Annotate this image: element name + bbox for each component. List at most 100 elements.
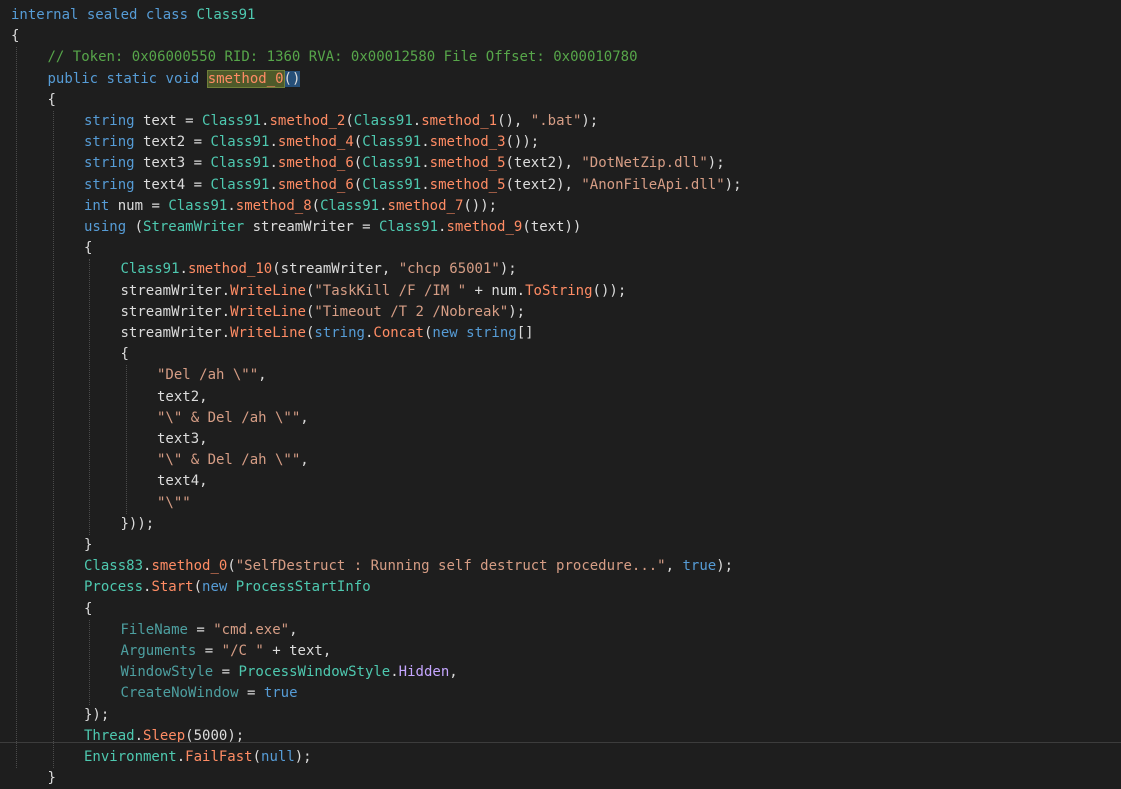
- indent-guide: [16, 47, 17, 769]
- code-text-token: );: [508, 303, 526, 320]
- code-text-token: .: [269, 134, 278, 151]
- class-name-token: Class91: [320, 197, 380, 214]
- code-text-token: ,: [300, 409, 309, 426]
- code-text-token: }: [84, 537, 93, 553]
- method-name-token: WriteLine: [230, 303, 306, 320]
- method-name-token: Concat: [373, 325, 424, 341]
- class-name-token: Class91: [362, 155, 422, 172]
- method-name-token: smethod_10: [187, 261, 273, 278]
- code-text-token: (text)): [522, 219, 582, 235]
- code-line: {: [0, 599, 1121, 620]
- code-text-token: (: [252, 749, 262, 765]
- code-text-token: (: [353, 176, 363, 193]
- code-line: public static void smethod_0(): [0, 69, 1121, 90]
- method-name-token: smethod_5: [429, 155, 506, 172]
- code-line: {: [0, 90, 1121, 111]
- code-line: }));: [0, 514, 1121, 535]
- method-name-token: smethod_0: [151, 558, 228, 575]
- code-text-token: (: [193, 579, 203, 596]
- code-line: internal sealed class Class91: [0, 5, 1121, 26]
- code-line: string text3 = Class91.smethod_6(Class91…: [0, 153, 1121, 174]
- keyword-token: string: [84, 113, 135, 129]
- code-text-token: (: [345, 113, 354, 129]
- code-text-token: (text2),: [505, 176, 582, 193]
- code-text-token: =: [196, 643, 222, 659]
- code-text-token: ,: [449, 664, 458, 681]
- code-line: string text = Class91.smethod_2(Class91.…: [0, 111, 1121, 132]
- code-text-token: }));: [120, 515, 155, 532]
- code-text-token: text3 =: [134, 155, 211, 172]
- method-name-token: WriteLine: [230, 282, 306, 299]
- code-line: {: [0, 344, 1121, 365]
- code-line: // Token: 0x06000550 RID: 1360 RVA: 0x00…: [0, 47, 1121, 68]
- keyword-token: string: [466, 325, 517, 341]
- code-text-token: .: [412, 113, 422, 129]
- code-line: text4,: [0, 471, 1121, 492]
- class-name-token: Class91: [353, 113, 413, 129]
- code-text-token: (: [353, 155, 363, 172]
- code-line: FileName = "cmd.exe",: [0, 620, 1121, 641]
- matched-parens-token: (): [283, 70, 301, 87]
- string-literal-token: "Timeout /T 2 /Nobreak": [314, 303, 509, 320]
- code-line: }: [0, 535, 1121, 556]
- class-name-token: ProcessWindowStyle: [238, 664, 391, 681]
- code-text-token: {: [11, 28, 20, 45]
- indent-guide: [125, 365, 127, 514]
- keyword-token: public: [47, 70, 99, 87]
- code-text-token: streamWriter.: [120, 282, 231, 299]
- code-line: CreateNoWindow = true: [0, 683, 1121, 704]
- keyword-token: sealed: [86, 7, 138, 23]
- code-text-token: .: [269, 176, 278, 193]
- class-name-token: Class91: [210, 155, 270, 172]
- method-name-token: smethod_5: [429, 176, 506, 193]
- code-line: Class91.smethod_10(streamWriter, "chcp 6…: [0, 259, 1121, 280]
- code-text-token: text3,: [157, 431, 208, 447]
- class-name-token: Class91: [210, 134, 270, 151]
- code-text-token: .: [421, 155, 430, 172]
- class-name-token: Class91: [168, 197, 228, 214]
- code-text-token: ,: [300, 452, 309, 469]
- code-editor[interactable]: internal sealed class Class91 { // Token: …: [0, 0, 1121, 786]
- code-text-token: ,: [665, 558, 683, 575]
- string-literal-token: "cmd.exe": [213, 621, 290, 638]
- method-name-token: smethod_1: [421, 113, 498, 129]
- string-literal-token: "\" & Del /ah \"": [157, 452, 301, 469]
- method-name-token: smethod_6: [277, 176, 354, 193]
- code-text-token: ,: [289, 621, 298, 638]
- code-text-token: (: [311, 197, 321, 214]
- code-line: Class83.smethod_0("SelfDestruct : Runnin…: [0, 556, 1121, 577]
- class-name-token: StreamWriter: [143, 219, 245, 235]
- highlighted-method-token[interactable]: smethod_0: [206, 69, 285, 88]
- code-line: "\"": [0, 493, 1121, 514]
- code-text-token: (: [227, 558, 236, 575]
- code-line: text2,: [0, 387, 1121, 408]
- class-name-token: Class91: [120, 261, 180, 278]
- class-name-token: Process: [84, 579, 144, 596]
- code-text-token: );: [499, 261, 517, 278]
- code-text-token: streamWriter =: [244, 219, 380, 235]
- code-text-token: {: [84, 600, 93, 617]
- property-token: CreateNoWindow: [120, 685, 239, 702]
- code-text-token: .: [179, 261, 188, 278]
- keyword-token: static: [106, 70, 158, 87]
- method-name-token: smethod_2: [269, 113, 346, 129]
- code-text-token: ());: [505, 134, 540, 151]
- code-line: streamWriter.WriteLine("Timeout /T 2 /No…: [0, 302, 1121, 323]
- string-literal-token: "\"": [157, 494, 191, 511]
- keyword-token: int: [84, 197, 110, 214]
- code-line: streamWriter.WriteLine("TaskKill /F /IM …: [0, 281, 1121, 302]
- class-name-token: Class91: [202, 113, 262, 129]
- code-text-token: (: [126, 219, 144, 235]
- class-name-token: Class83: [84, 558, 144, 575]
- code-text-token: .: [421, 134, 430, 151]
- keyword-token: class: [145, 7, 189, 23]
- code-line: int num = Class91.smethod_8(Class91.smet…: [0, 196, 1121, 217]
- code-text-token: );: [716, 558, 734, 575]
- keyword-token: new: [432, 325, 458, 341]
- code-line: }: [0, 768, 1121, 789]
- code-line: string text4 = Class91.smethod_6(Class91…: [0, 175, 1121, 196]
- string-literal-token: "\" & Del /ah \"": [157, 409, 301, 426]
- keyword-token: string: [84, 155, 135, 172]
